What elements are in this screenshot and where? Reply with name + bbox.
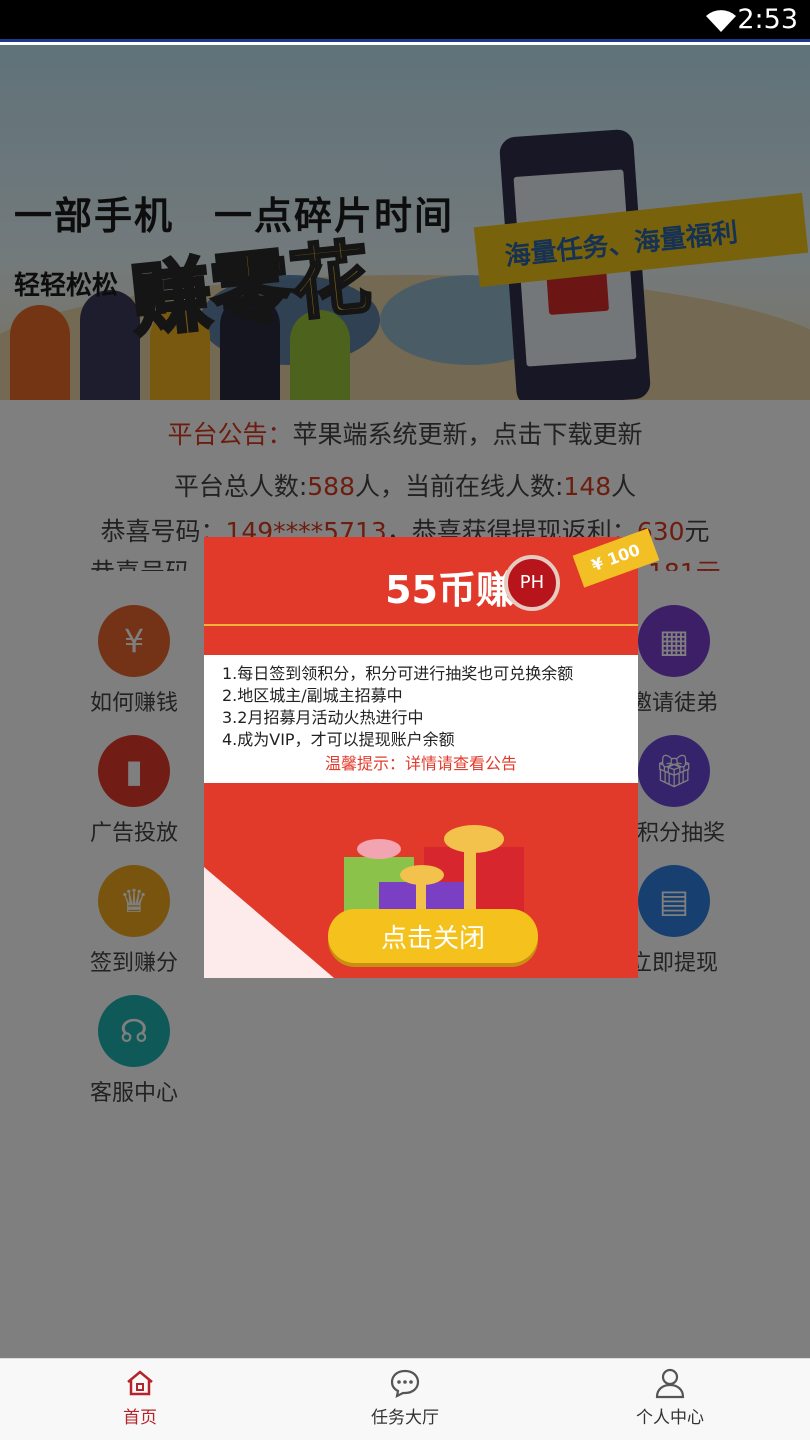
page-curl xyxy=(204,867,334,978)
nav-profile[interactable]: 个人中心 xyxy=(595,1367,745,1428)
nav-label: 个人中心 xyxy=(636,1408,704,1428)
popup-tip: 温馨提示：详情请查看公告 xyxy=(324,754,517,773)
wifi-icon xyxy=(706,10,736,32)
bottom-nav: 首页 任务大厅 个人中心 xyxy=(0,1358,810,1440)
chat-bubble-icon xyxy=(390,1369,420,1398)
popup-item: 4.成为VIP，才可以提现账户余额 xyxy=(222,730,455,749)
user-icon xyxy=(655,1368,685,1399)
status-time: 2:53 xyxy=(737,4,798,35)
app-screen: 2:53 一部手机 一点碎片时间 轻轻松松 赚零花 海量任务、海量福利 平台公告… xyxy=(0,0,810,1440)
home-icon xyxy=(127,1370,153,1396)
seal-logo-icon: PH xyxy=(504,555,560,611)
nav-home[interactable]: 首页 xyxy=(65,1367,215,1428)
popup-title: 55币赚 xyxy=(385,568,514,612)
popup-divider xyxy=(204,624,638,626)
nav-tasks[interactable]: 任务大厅 xyxy=(330,1367,480,1428)
popup-content: 1.每日签到领积分，积分可进行抽奖也可兑换余额 2.地区城主/副城主招募中 3.… xyxy=(204,655,638,783)
announcement-popup: 55币赚 PH ¥ 100 1.每日签到领积分，积分可进行抽奖也可兑换余额 2.… xyxy=(204,528,660,978)
status-bar: 2:53 xyxy=(0,0,810,42)
popup-item: 3.2月招募月活动火热进行中 xyxy=(222,708,424,727)
nav-label: 任务大厅 xyxy=(371,1408,439,1428)
popup-item: 1.每日签到领积分，积分可进行抽奖也可兑换余额 xyxy=(222,664,574,683)
nav-label: 首页 xyxy=(123,1408,157,1428)
popup-item: 2.地区城主/副城主招募中 xyxy=(222,686,403,705)
close-popup-button[interactable]: 点击关闭 xyxy=(328,909,538,963)
